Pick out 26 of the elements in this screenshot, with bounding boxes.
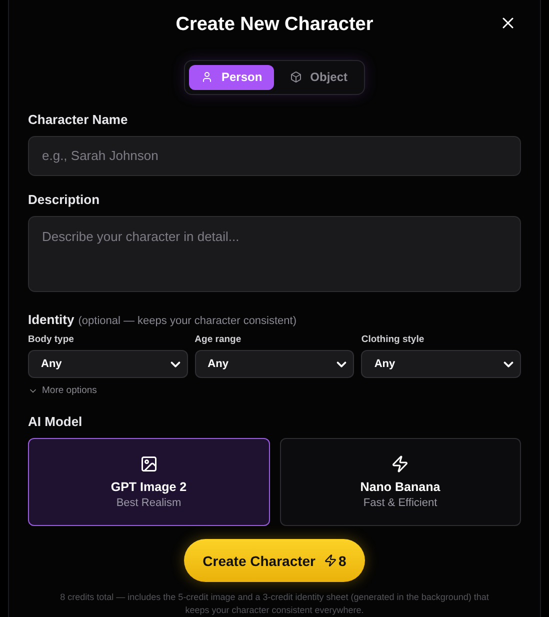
select-label: Body type: [28, 334, 75, 346]
field-label: Character Name: [28, 112, 129, 127]
select-label: Age range: [194, 334, 242, 346]
cube-icon: [290, 71, 302, 84]
credits-note: 8 credits total — includes the 5-credit image and a 3-credit identity sheet (generated in the background) that keeps your character consistent everywhere.: [59, 591, 490, 617]
more-options-link[interactable]: More options: [28, 385, 97, 396]
type-tab[interactable]: Person: [189, 64, 274, 90]
lightning-icon: [324, 554, 337, 568]
field-label: Description: [28, 192, 101, 207]
dropdown-select[interactable]: Any: [361, 350, 521, 378]
create-button[interactable]: Create Character 8: [184, 539, 366, 582]
dialog-title: Create New Character: [176, 14, 374, 36]
type-tab[interactable]: Object: [278, 64, 360, 90]
dropdown-select[interactable]: Any: [28, 350, 188, 378]
model-card[interactable]: Nano Banana Fast & Efficient: [280, 438, 521, 526]
section-label: Identity: [28, 312, 74, 328]
lightning-icon: [391, 455, 410, 474]
name-field[interactable]: e.g., Sarah Johnson: [28, 136, 521, 176]
person-icon: [201, 71, 214, 84]
dropdown-select[interactable]: Any: [194, 350, 354, 378]
section-label: AI Model: [28, 414, 84, 430]
image-icon: [140, 455, 158, 474]
section-hint: (optional — keeps your character consistent): [78, 315, 297, 328]
select-label: Clothing style: [361, 334, 426, 346]
model-card[interactable]: GPT Image 2 Best Realism: [28, 438, 270, 526]
description-field[interactable]: Describe your character in detail...: [28, 216, 521, 292]
